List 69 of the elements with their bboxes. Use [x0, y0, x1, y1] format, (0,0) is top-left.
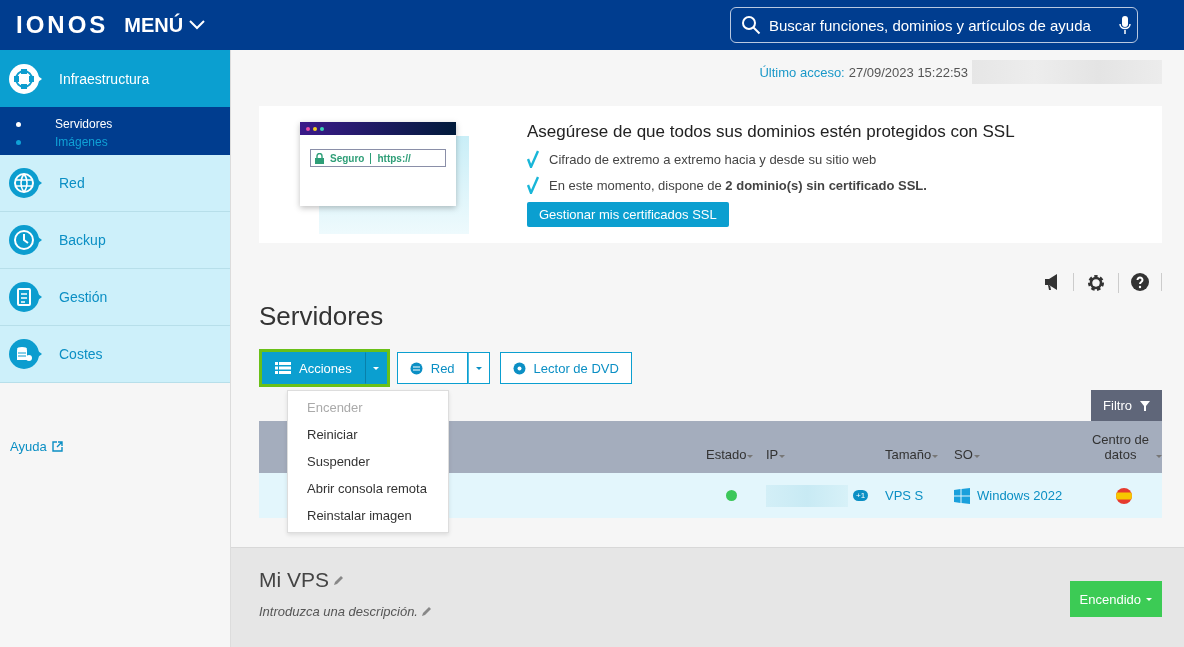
menu-item[interactable]: Reiniciar	[288, 421, 448, 448]
sort-caret-icon[interactable]	[932, 455, 939, 458]
disc-icon	[512, 361, 526, 375]
search-input[interactable]: Buscar funciones, dominios y artículos de ayuda	[767, 15, 1113, 35]
network-icon	[409, 361, 423, 375]
menu-item[interactable]: Suspender	[288, 448, 448, 475]
nav-icon	[8, 62, 42, 95]
submenu-item[interactable]: Imágenes	[16, 135, 230, 149]
nav-item[interactable]: Gestión	[0, 269, 230, 326]
filter-button[interactable]: Filtro	[1091, 390, 1162, 421]
windows-icon	[954, 487, 970, 504]
nav-item[interactable]: Red	[0, 155, 230, 212]
pencil-icon[interactable]	[421, 606, 432, 617]
column-header[interactable]: Centro de datos	[1086, 432, 1155, 462]
bullet-text: Cifrado de extremo a extremo hacia y desde su sitio web	[549, 151, 877, 167]
caret-icon	[1146, 597, 1152, 601]
os-link[interactable]: Windows 2022	[977, 488, 1063, 503]
nav-icon	[8, 167, 42, 199]
list-icon	[275, 362, 291, 374]
page-title: Servidores	[259, 301, 385, 332]
sort-caret-icon[interactable]	[779, 455, 786, 458]
nav-item[interactable]: Costes	[0, 326, 230, 383]
padlock-icon	[315, 152, 324, 164]
caret-icon	[372, 366, 379, 370]
dropdown-toggle[interactable]	[467, 352, 490, 384]
last-access-time: 27/09/2023 15:22:53	[848, 64, 968, 80]
banner-title: Asegúrese de que todos sus dominios estén protegidos con SSL	[527, 122, 1015, 142]
sort-caret-icon[interactable]	[973, 455, 980, 458]
size-link[interactable]: VPS S	[885, 488, 924, 503]
last-access-label: Último acceso:	[759, 64, 845, 80]
menu-button[interactable]: MENÚ	[124, 13, 206, 37]
manage-ssl-button[interactable]: Gestionar mis certificados SSL	[527, 202, 729, 227]
secure-label: Seguro	[330, 152, 365, 164]
chevron-down-icon	[189, 20, 206, 30]
toolbar-button[interactable]: Lector de DVD	[499, 352, 632, 384]
description-placeholder[interactable]: Introduzca una descripción.	[259, 604, 418, 619]
nav-icon	[8, 338, 42, 370]
checkmark-icon	[527, 176, 539, 194]
toolbar-button[interactable]: Red	[396, 352, 468, 384]
column-header[interactable]: Estado	[706, 447, 747, 462]
power-status-button[interactable]: Encendido	[1069, 581, 1162, 617]
checkmark-icon	[527, 150, 539, 168]
nav-icon	[8, 281, 42, 313]
caret-icon	[475, 366, 482, 370]
count-badge: +1	[853, 490, 869, 501]
sort-caret-icon[interactable]	[1156, 455, 1162, 458]
flag-icon	[1116, 487, 1132, 504]
url-text: https://	[377, 152, 411, 164]
sort-caret-icon[interactable]	[747, 455, 754, 458]
nav-item[interactable]: Infraestructura	[0, 50, 230, 107]
dropdown-toggle[interactable]	[364, 352, 387, 384]
toolbar-button[interactable]: Acciones	[262, 352, 365, 384]
external-link-icon	[51, 441, 63, 452]
search-icon	[741, 15, 761, 35]
bullet-text: En este momento, dispone de 2 dominio(s) sin certificado SSL.	[549, 177, 927, 193]
nav-icon	[8, 224, 42, 256]
pencil-icon[interactable]	[333, 574, 344, 586]
server-name: Mi VPS	[259, 568, 329, 592]
filter-icon	[1140, 400, 1150, 411]
microphone-icon[interactable]	[1119, 15, 1131, 35]
brand-logo[interactable]: IONOS	[16, 11, 109, 39]
menu-item[interactable]: Abrir consola remota	[288, 475, 448, 502]
search-field[interactable]: Buscar funciones, dominios y artículos de ayuda	[730, 7, 1138, 43]
submenu-item[interactable]: Servidores	[16, 117, 230, 131]
column-header[interactable]: Tamaño	[885, 447, 932, 462]
help-link[interactable]: Ayuda	[10, 439, 230, 454]
column-header[interactable]: IP	[766, 447, 779, 462]
nav-item[interactable]: Backup	[0, 212, 230, 269]
column-header[interactable]: SO	[954, 447, 973, 462]
